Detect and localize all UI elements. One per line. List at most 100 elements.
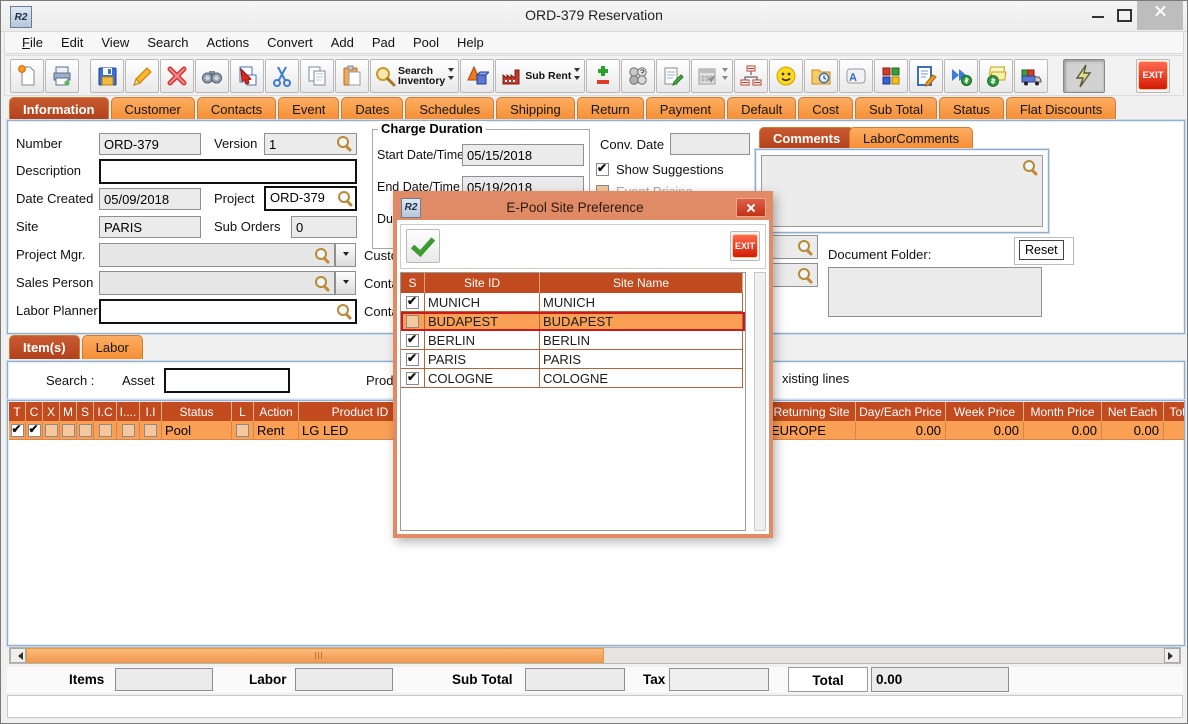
col-status[interactable]: Status — [162, 402, 232, 421]
menu-edit[interactable]: Edit — [52, 33, 92, 52]
notepad-edit-button[interactable] — [656, 59, 690, 93]
keyboard-key-button[interactable] — [839, 59, 873, 93]
money-notes-button[interactable] — [979, 59, 1013, 93]
site-row-berlin[interactable]: BERLIN BERLIN — [401, 331, 745, 350]
row-check-x[interactable] — [45, 424, 58, 437]
labor-planner-lookup-icon[interactable] — [336, 303, 352, 319]
menu-add[interactable]: Add — [322, 33, 363, 52]
quick-action-button[interactable] — [1063, 59, 1105, 93]
tab-return[interactable]: Return — [577, 97, 644, 120]
tab-information[interactable]: Information — [9, 97, 109, 120]
dialog-accept-button[interactable] — [406, 229, 440, 263]
menu-file[interactable]: File — [13, 33, 52, 52]
project-mgr-lookup-icon[interactable] — [314, 247, 330, 263]
menu-convert[interactable]: Convert — [258, 33, 322, 52]
menu-search[interactable]: Search — [138, 33, 197, 52]
exit-button[interactable]: EXIT — [1136, 59, 1170, 93]
print-button[interactable] — [45, 59, 79, 93]
comments-lookup-icon[interactable] — [1022, 159, 1038, 175]
sales-person-dropdown-button[interactable] — [335, 271, 356, 295]
tab-event[interactable]: Event — [278, 97, 339, 120]
new-document-button[interactable] — [10, 59, 44, 93]
site-check-berlin[interactable] — [406, 334, 419, 347]
pool-cubes-button[interactable] — [874, 59, 908, 93]
shapes-button[interactable] — [460, 59, 494, 93]
tab-customer[interactable]: Customer — [111, 97, 195, 120]
site-check-cologne[interactable] — [406, 372, 419, 385]
site-check-munich[interactable] — [406, 296, 419, 309]
col-total[interactable]: Tot — [1164, 402, 1185, 421]
col-t[interactable]: T — [9, 402, 26, 421]
labor-planner-field[interactable] — [99, 299, 357, 324]
dialog-col-site-name[interactable]: Site Name — [540, 273, 743, 293]
close-icon[interactable] — [1137, 1, 1183, 30]
dialog-close-icon[interactable] — [736, 198, 766, 217]
dialog-col-s[interactable]: S — [401, 273, 425, 293]
site-row-cologne[interactable]: COLOGNE COLOGNE — [401, 369, 745, 388]
smiley-button[interactable] — [769, 59, 803, 93]
col-action[interactable]: Action — [254, 402, 299, 421]
col-m[interactable]: M — [60, 402, 77, 421]
tab-flat-discounts[interactable]: Flat Discounts — [1006, 97, 1116, 120]
dialog-vertical-scrollbar[interactable] — [754, 272, 766, 531]
paste-special-button[interactable] — [230, 59, 264, 93]
tab-default[interactable]: Default — [727, 97, 796, 120]
menu-view[interactable]: View — [92, 33, 138, 52]
save-button[interactable] — [90, 59, 124, 93]
calendar-dropdown-icon[interactable] — [721, 68, 729, 83]
search-inventory-button[interactable]: SearchInventory — [370, 59, 459, 93]
group-query-button[interactable] — [621, 59, 655, 93]
row-check-m[interactable] — [62, 424, 75, 437]
col-x[interactable]: X — [43, 402, 60, 421]
col-net-each[interactable]: Net Each — [1102, 402, 1164, 421]
project-mgr-combo[interactable] — [99, 243, 335, 267]
add-remove-line-button[interactable] — [586, 59, 620, 93]
col-s[interactable]: S — [77, 402, 94, 421]
tab-schedules[interactable]: Schedules — [405, 97, 494, 120]
col-week-price[interactable]: Week Price — [946, 402, 1024, 421]
row-check-t[interactable] — [11, 424, 24, 437]
row-check-ii[interactable] — [144, 424, 157, 437]
tab-labor[interactable]: Labor — [82, 335, 143, 359]
find-button[interactable] — [195, 59, 229, 93]
scroll-left-icon[interactable] — [10, 648, 26, 663]
copy-button[interactable] — [300, 59, 334, 93]
tab-dates[interactable]: Dates — [341, 97, 403, 120]
sub-rent-dropdown-icon[interactable] — [573, 68, 581, 83]
tab-status[interactable]: Status — [939, 97, 1004, 120]
lookup-icon-1[interactable] — [797, 239, 813, 255]
col-c[interactable]: C — [26, 402, 43, 421]
asset-search-input[interactable] — [164, 368, 290, 393]
row-check-i[interactable] — [122, 424, 135, 437]
sub-rent-button[interactable]: Sub Rent — [495, 59, 585, 93]
org-chart-button[interactable] — [734, 59, 768, 93]
menu-help[interactable]: Help — [448, 33, 493, 52]
site-row-munich[interactable]: MUNICH MUNICH — [401, 293, 745, 312]
tab-comments[interactable]: Comments — [759, 127, 854, 149]
col-ic[interactable]: I.C — [94, 402, 117, 421]
menu-pool[interactable]: Pool — [404, 33, 448, 52]
tab-payment[interactable]: Payment — [646, 97, 725, 120]
project-mgr-dropdown-button[interactable] — [335, 243, 356, 267]
paste-button[interactable] — [335, 59, 369, 93]
site-check-budapest[interactable] — [406, 315, 419, 328]
calendar-button[interactable] — [691, 59, 733, 93]
row-check-ic[interactable] — [99, 424, 112, 437]
send-invoice-button[interactable] — [944, 59, 978, 93]
scroll-right-icon[interactable] — [1164, 648, 1180, 663]
site-row-paris[interactable]: PARIS PARIS — [401, 350, 745, 369]
row-check-s[interactable] — [79, 424, 92, 437]
dialog-col-site-id[interactable]: Site ID — [425, 273, 540, 293]
tab-labor-comments[interactable]: LaborComments — [849, 127, 973, 149]
lookup-icon-2[interactable] — [797, 267, 813, 283]
minimize-icon[interactable] — [1092, 16, 1104, 18]
col-ii[interactable]: I.I — [140, 402, 162, 421]
dialog-exit-button[interactable]: EXIT — [730, 231, 760, 261]
site-row-budapest[interactable]: BUDAPEST BUDAPEST — [401, 312, 745, 331]
menu-actions[interactable]: Actions — [198, 33, 259, 52]
delete-button[interactable] — [160, 59, 194, 93]
tab-items[interactable]: Item(s) — [9, 335, 80, 359]
folder-history-button[interactable] — [804, 59, 838, 93]
col-month-price[interactable]: Month Price — [1024, 402, 1102, 421]
row-check-c[interactable] — [28, 424, 41, 437]
